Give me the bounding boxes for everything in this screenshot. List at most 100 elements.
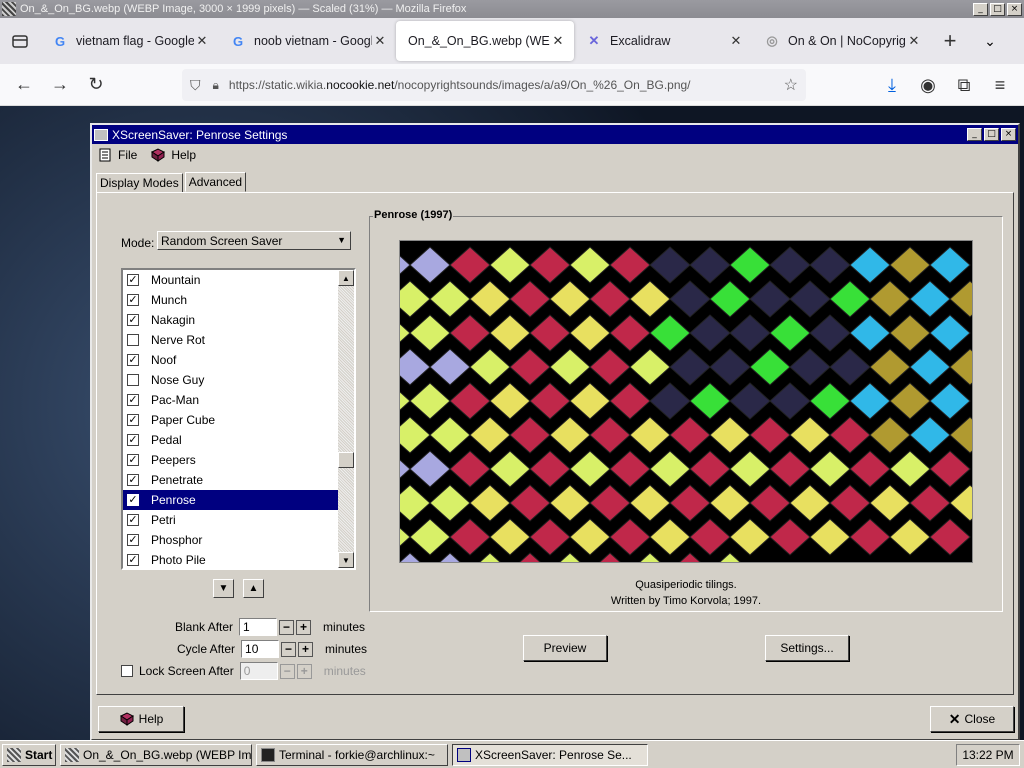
- hack-checkbox[interactable]: ✓: [127, 534, 139, 546]
- new-tab-button[interactable]: +: [930, 21, 970, 61]
- scroll-down-arrow-icon[interactable]: ▼: [338, 552, 354, 568]
- hack-checkbox[interactable]: ✓: [127, 274, 139, 286]
- lock-screen-checkbox[interactable]: [121, 665, 133, 677]
- list-item[interactable]: Nose Guy: [123, 370, 354, 390]
- hack-checkbox[interactable]: ✓: [127, 454, 139, 466]
- close-dialog-button[interactable]: ✕ Close: [930, 706, 1014, 732]
- tile: [709, 280, 751, 318]
- list-item[interactable]: Nerve Rot: [123, 330, 354, 350]
- list-item[interactable]: ✓ Noof: [123, 350, 354, 370]
- minus-icon[interactable]: −: [279, 663, 295, 679]
- hack-checkbox[interactable]: ✓: [127, 394, 139, 406]
- tile: [709, 484, 751, 522]
- list-item[interactable]: ✓ Pedal: [123, 430, 354, 450]
- mode-select[interactable]: Random Screen Saver ▼: [157, 231, 351, 250]
- close-tab-icon[interactable]: ✕: [550, 33, 566, 49]
- shield-icon[interactable]: ⛉: [190, 77, 201, 94]
- close-tab-icon[interactable]: ✕: [906, 33, 922, 49]
- tile: [649, 450, 691, 488]
- lock-icon[interactable]: 🔒︎: [213, 78, 219, 93]
- hack-checkbox[interactable]: ✓: [127, 434, 139, 446]
- reload-button[interactable]: ↻: [78, 69, 114, 101]
- lock-screen-input[interactable]: 0: [239, 662, 278, 680]
- tile: [889, 518, 931, 556]
- list-item[interactable]: ✓ Munch: [123, 290, 354, 310]
- close-button-label: Close: [964, 712, 996, 726]
- tab-overview-button[interactable]: [0, 18, 40, 64]
- tab-nocopyright[interactable]: ◎ On & On | NoCopyrightSo ✕: [752, 21, 930, 61]
- maximize-button[interactable]: □: [990, 2, 1005, 16]
- list-item[interactable]: ✓ Peepers: [123, 450, 354, 470]
- start-button[interactable]: Start: [2, 743, 56, 766]
- hack-checkbox[interactable]: ✓: [127, 514, 139, 526]
- tab-display-modes[interactable]: Display Modes: [96, 173, 183, 193]
- tile: [649, 518, 691, 556]
- extensions-button[interactable]: ⧉: [946, 69, 982, 101]
- hack-checkbox[interactable]: ✓: [127, 354, 139, 366]
- tab-excalidraw[interactable]: ✕ Excalidraw ✕: [574, 21, 752, 61]
- move-down-button[interactable]: ▼: [213, 579, 234, 598]
- taskbar-item-firefox[interactable]: On_&_On_BG.webp (WEBP Ima...: [60, 743, 252, 766]
- settings-button[interactable]: Settings...: [765, 635, 849, 661]
- hack-checkbox[interactable]: ✓: [127, 414, 139, 426]
- plus-icon[interactable]: +: [298, 641, 314, 657]
- cycle-after-input[interactable]: 10: [241, 640, 280, 658]
- close-tab-icon[interactable]: ✕: [194, 33, 210, 49]
- close-button[interactable]: ×: [1007, 2, 1022, 16]
- hack-name: Noof: [151, 353, 177, 367]
- tile: [789, 280, 831, 318]
- scroll-up-arrow-icon[interactable]: ▲: [338, 270, 354, 286]
- list-item[interactable]: ✓ Penetrate: [123, 470, 354, 490]
- preview-button[interactable]: Preview: [523, 635, 607, 661]
- taskbar-item-xscreensaver[interactable]: XScreenSaver: Penrose Se...: [452, 743, 648, 766]
- forward-button[interactable]: →: [42, 69, 78, 101]
- hack-checkbox[interactable]: ✓: [127, 494, 139, 506]
- minus-icon[interactable]: −: [281, 641, 297, 657]
- list-item[interactable]: ✓ Pac-Man: [123, 390, 354, 410]
- blank-after-input[interactable]: 1: [239, 618, 278, 636]
- back-button[interactable]: ←: [6, 69, 42, 101]
- scrollbar-thumb[interactable]: [338, 452, 354, 468]
- list-item[interactable]: ✓ Paper Cube: [123, 410, 354, 430]
- screensaver-list[interactable]: ✓ Mountain ✓ Munch ✓ Nakagin Nerve Rot ✓ Noof Nos…: [121, 268, 356, 570]
- menu-file[interactable]: File: [98, 148, 137, 162]
- maximize-button[interactable]: □: [984, 128, 999, 141]
- app-menu-button[interactable]: ≡: [982, 69, 1018, 101]
- taskbar-item-terminal[interactable]: Terminal - forkie@archlinux:~: [256, 743, 448, 766]
- list-item[interactable]: ✓ Mountain: [123, 270, 354, 290]
- menu-help[interactable]: Help: [151, 148, 196, 162]
- move-up-button[interactable]: ▲: [243, 579, 264, 598]
- close-tab-icon[interactable]: ✕: [728, 33, 744, 49]
- close-button[interactable]: ×: [1001, 128, 1016, 141]
- hack-checkbox[interactable]: ✓: [127, 474, 139, 486]
- help-button[interactable]: Help: [98, 706, 184, 732]
- hack-checkbox[interactable]: ✓: [127, 314, 139, 326]
- list-item[interactable]: ✓ Photo Pile: [123, 550, 354, 568]
- bookmark-star-icon[interactable]: ☆: [784, 75, 798, 95]
- minus-icon[interactable]: −: [279, 619, 295, 635]
- plus-icon[interactable]: +: [296, 663, 312, 679]
- account-button[interactable]: ◉: [910, 69, 946, 101]
- xscreensaver-title-bar: XScreenSaver: Penrose Settings _ □ ×: [92, 125, 1018, 144]
- downloads-button[interactable]: ⤓: [874, 69, 910, 101]
- list-item[interactable]: ✓ Phosphor: [123, 530, 354, 550]
- plus-icon[interactable]: +: [296, 619, 312, 635]
- list-item[interactable]: ✓ Nakagin: [123, 310, 354, 330]
- list-item[interactable]: ✓ Petri: [123, 510, 354, 530]
- minimize-button[interactable]: _: [973, 2, 988, 16]
- tab-vietnam-flag[interactable]: G vietnam flag - Google Sea ✕: [40, 21, 218, 61]
- list-item[interactable]: ✓ Penrose: [123, 490, 354, 510]
- tab-noob-vietnam[interactable]: G noob vietnam - Google Se ✕: [218, 21, 396, 61]
- close-tab-icon[interactable]: ✕: [372, 33, 388, 49]
- url-bar[interactable]: ⛉ 🔒︎ https://static.wikia. nocookie.net/n…: [182, 69, 806, 101]
- hack-checkbox[interactable]: [127, 374, 139, 386]
- tab-advanced[interactable]: Advanced: [184, 172, 247, 192]
- tile: [489, 382, 531, 420]
- hack-checkbox[interactable]: ✓: [127, 294, 139, 306]
- list-all-tabs-button[interactable]: ⌄: [970, 21, 1010, 61]
- minimize-button[interactable]: _: [967, 128, 982, 141]
- hack-checkbox[interactable]: ✓: [127, 554, 139, 566]
- list-scrollbar[interactable]: ▲ ▼: [338, 270, 354, 568]
- tab-on-and-on-image[interactable]: On_&_On_BG.webp (WEBP I ✕: [396, 21, 574, 61]
- hack-checkbox[interactable]: [127, 334, 139, 346]
